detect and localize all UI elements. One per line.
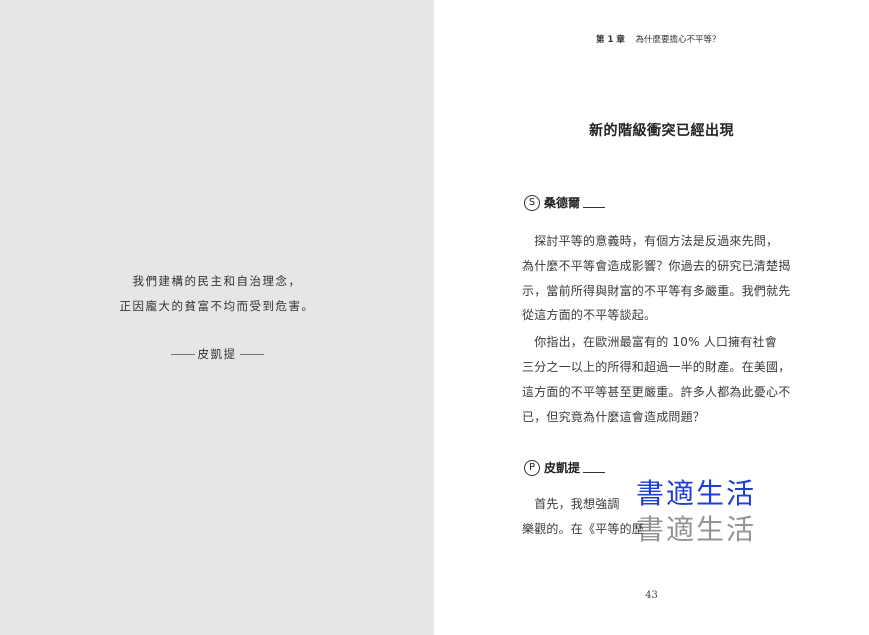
name-underline <box>583 462 606 473</box>
name-underline <box>583 197 606 208</box>
epigraph-author: 皮凱提 <box>197 347 237 361</box>
epigraph-line-1: 我們建構的民主和自治理念， <box>132 274 302 288</box>
paragraph-2-line: 你指出，在歐洲最富有的 10% 人口擁有社會 <box>522 335 777 349</box>
speaker-name: 皮凱提 <box>544 461 581 475</box>
dash-right <box>239 353 264 355</box>
paragraph-1-line: 從這方面的不平等談起。 <box>522 308 657 322</box>
epigraph-line-2: 正因龐大的貧富不均而受到危害。 <box>119 299 315 313</box>
speaker-initial-icon: P <box>524 459 540 476</box>
paragraph-2-line: 三分之一以上的所得和超過一半的財產。在美國， <box>522 360 791 374</box>
running-head-chapter: 第 1 章 <box>596 35 625 45</box>
epigraph-attribution: 皮凱提 <box>0 346 434 362</box>
speaker-initial-icon: S <box>524 194 540 211</box>
paragraph-2-line: 已，但究竟為什麼這會造成問題？ <box>522 410 706 424</box>
dash-left <box>170 353 195 355</box>
paragraph-1-line: 示，當前所得與財富的不平等有多嚴重。我們就先 <box>522 284 791 298</box>
left-page: 我們建構的民主和自治理念， 正因龐大的貧富不均而受到危害。 皮凱提 <box>0 0 434 635</box>
paragraph-1-line: 為什麼不平等會造成影響？你過去的研究已清楚揭 <box>522 259 791 273</box>
running-head-title: 為什麼要擔心不平等？ <box>635 35 721 45</box>
page-number: 43 <box>645 590 658 601</box>
watermark-shadow: 書適生活 <box>636 513 757 546</box>
running-head: 第 1 章 為什麼要擔心不平等？ <box>596 33 721 45</box>
watermark-logo: 書適生活 <box>636 477 757 510</box>
paragraph-1-line: 探討平等的意義時，有個方法是反過來先問， <box>522 234 779 248</box>
speaker-piketty: P 皮凱提 <box>524 459 606 476</box>
speaker-sandel: S 桑德爾 <box>524 194 606 211</box>
section-title: 新的階級衝突已經出現 <box>589 123 734 139</box>
speaker-name: 桑德爾 <box>544 196 581 210</box>
paragraph-2-line: 這方面的不平等甚至更嚴重。許多人都為此憂心不 <box>522 385 791 399</box>
